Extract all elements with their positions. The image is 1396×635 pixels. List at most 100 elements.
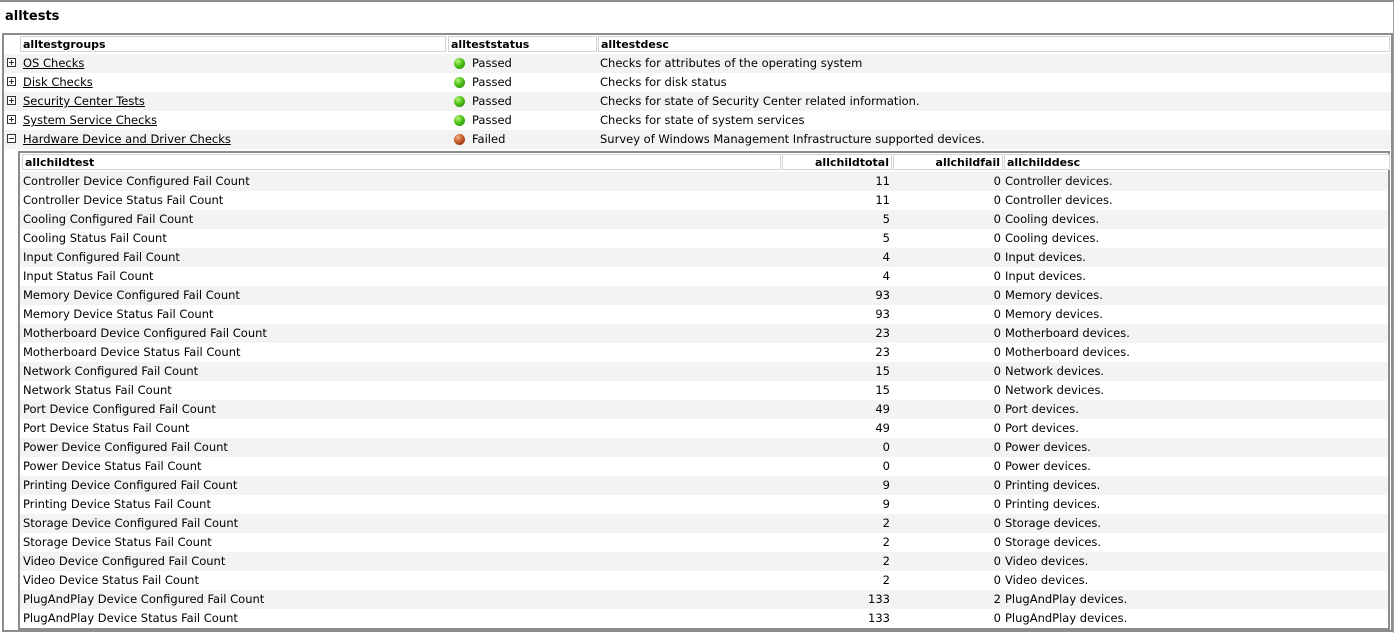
- child-test-name: Power Device Configured Fail Count: [23, 440, 228, 454]
- child-total: 133: [868, 611, 890, 625]
- child-fail: 0: [993, 421, 1001, 435]
- child-fail: 2: [993, 592, 1001, 606]
- child-fail: 0: [993, 554, 1001, 568]
- expand-icon[interactable]: [7, 115, 16, 124]
- child-row: PlugAndPlay Device Configured Fail Count…: [20, 590, 1388, 609]
- child-test-name: Printing Device Status Fail Count: [23, 497, 211, 511]
- child-desc: Memory devices.: [1005, 307, 1103, 321]
- child-desc: Power devices.: [1005, 459, 1091, 473]
- group-desc: Survey of Windows Management Infrastruct…: [600, 132, 985, 146]
- child-fail: 0: [993, 288, 1001, 302]
- child-row: Cooling Status Fail Count 5 0 Cooling devic…: [20, 229, 1388, 248]
- child-test-name: Printing Device Configured Fail Count: [23, 478, 238, 492]
- status-text: Failed: [472, 132, 506, 146]
- status-passed-icon: [454, 96, 465, 107]
- expand-icon[interactable]: [7, 96, 16, 105]
- child-test-name: PlugAndPlay Device Configured Fail Count: [23, 592, 265, 606]
- child-test-name: Power Device Status Fail Count: [23, 459, 202, 473]
- child-row: Storage Device Status Fail Count 2 0 Storag…: [20, 533, 1388, 552]
- child-total: 5: [882, 212, 890, 226]
- child-row: Network Configured Fail Count 15 0 Network …: [20, 362, 1388, 381]
- child-test-name: Input Configured Fail Count: [23, 250, 180, 264]
- column-header-alltestgroups[interactable]: alltestgroups: [20, 36, 446, 52]
- status-passed-icon: [454, 115, 465, 126]
- group-row: Disk Checks Passed Checks for disk status: [4, 73, 1391, 92]
- child-desc: PlugAndPlay devices.: [1005, 592, 1128, 606]
- child-row: Motherboard Device Status Fail Count 23 0 M…: [20, 343, 1388, 362]
- child-test-name: Video Device Status Fail Count: [23, 573, 199, 587]
- child-fail: 0: [993, 345, 1001, 359]
- child-row: Power Device Status Fail Count 0 0 Power de…: [20, 457, 1388, 476]
- child-total: 0: [882, 440, 890, 454]
- child-test-name: Network Status Fail Count: [23, 383, 172, 397]
- column-header-allchildtest[interactable]: allchildtest: [22, 154, 781, 170]
- child-desc: PlugAndPlay devices.: [1005, 611, 1128, 625]
- child-fail: 0: [993, 326, 1001, 340]
- expand-icon[interactable]: [7, 77, 16, 86]
- column-header-allchildtotal[interactable]: allchildtotal: [782, 154, 892, 170]
- child-test-name: PlugAndPlay Device Status Fail Count: [23, 611, 238, 625]
- child-header-row: allchildtest allchildtotal allchildfail …: [20, 153, 1390, 172]
- status-text: Passed: [472, 94, 512, 108]
- child-total: 2: [882, 554, 890, 568]
- child-row: PlugAndPlay Device Status Fail Count 133 0…: [20, 609, 1388, 628]
- child-desc: Printing devices.: [1005, 497, 1101, 511]
- group-row: System Service Checks Passed Checks for st…: [4, 111, 1391, 130]
- child-desc: Video devices.: [1005, 554, 1089, 568]
- child-test-name: Cooling Status Fail Count: [23, 231, 167, 245]
- child-fail: 0: [993, 516, 1001, 530]
- child-row: Port Device Configured Fail Count 49 0 Port…: [20, 400, 1388, 419]
- child-total: 2: [882, 573, 890, 587]
- child-test-name: Network Configured Fail Count: [23, 364, 199, 378]
- child-desc: Storage devices.: [1005, 516, 1102, 530]
- child-desc: Network devices.: [1005, 364, 1105, 378]
- child-row: Video Device Configured Fail Count 2 0 Vide…: [20, 552, 1388, 571]
- group-name-link[interactable]: System Service Checks: [23, 113, 157, 127]
- child-total: 49: [875, 402, 890, 416]
- group-name-link[interactable]: OS Checks: [23, 56, 84, 70]
- child-total: 9: [882, 497, 890, 511]
- group-name-link[interactable]: Security Center Tests: [23, 94, 145, 108]
- child-row: Power Device Configured Fail Count 0 0 Powe…: [20, 438, 1388, 457]
- child-test-name: Port Device Status Fail Count: [23, 421, 190, 435]
- child-fail: 0: [993, 269, 1001, 283]
- child-total: 2: [882, 516, 890, 530]
- child-total: 23: [875, 345, 890, 359]
- child-test-name: Motherboard Device Status Fail Count: [23, 345, 241, 359]
- child-total: 15: [875, 364, 890, 378]
- child-total: 11: [875, 193, 890, 207]
- child-test-name: Controller Device Status Fail Count: [23, 193, 224, 207]
- status-text: Passed: [472, 56, 512, 70]
- child-fail: 0: [993, 212, 1001, 226]
- group-name-link[interactable]: Disk Checks: [23, 75, 93, 89]
- child-fail: 0: [993, 383, 1001, 397]
- group-desc: Checks for disk status: [600, 75, 727, 89]
- collapse-icon[interactable]: [7, 134, 16, 143]
- child-fail: 0: [993, 440, 1001, 454]
- child-desc: Motherboard devices.: [1005, 345, 1130, 359]
- child-row: Printing Device Configured Fail Count 9 0 P…: [20, 476, 1388, 495]
- column-header-allchildfail[interactable]: allchildfail: [893, 154, 1003, 170]
- child-desc: Memory devices.: [1005, 288, 1103, 302]
- child-row: Memory Device Status Fail Count 93 0 Memory…: [20, 305, 1388, 324]
- child-test-name: Storage Device Configured Fail Count: [23, 516, 239, 530]
- child-fail: 0: [993, 174, 1001, 188]
- child-row: Input Configured Fail Count 4 0 Input devic…: [20, 248, 1388, 267]
- status-text: Passed: [472, 113, 512, 127]
- child-desc: Storage devices.: [1005, 535, 1102, 549]
- group-desc: Checks for attributes of the operating s…: [600, 56, 863, 70]
- expand-icon[interactable]: [7, 58, 16, 67]
- group-name-link[interactable]: Hardware Device and Driver Checks: [23, 132, 231, 146]
- column-header-alltestdesc[interactable]: alltestdesc: [598, 36, 1390, 52]
- column-header-allchilddesc[interactable]: allchilddesc: [1004, 154, 1390, 170]
- column-header-allteststatus[interactable]: allteststatus: [448, 36, 597, 52]
- child-fail: 0: [993, 459, 1001, 473]
- child-row: Controller Device Status Fail Count 11 0 Co…: [20, 191, 1388, 210]
- child-test-name: Input Status Fail Count: [23, 269, 154, 283]
- page-title: alltests: [5, 9, 60, 24]
- child-total: 4: [882, 250, 890, 264]
- child-test-name: Video Device Configured Fail Count: [23, 554, 226, 568]
- child-row: Input Status Fail Count 4 0 Input devices.: [20, 267, 1388, 286]
- child-fail: 0: [993, 535, 1001, 549]
- status-passed-icon: [454, 58, 465, 69]
